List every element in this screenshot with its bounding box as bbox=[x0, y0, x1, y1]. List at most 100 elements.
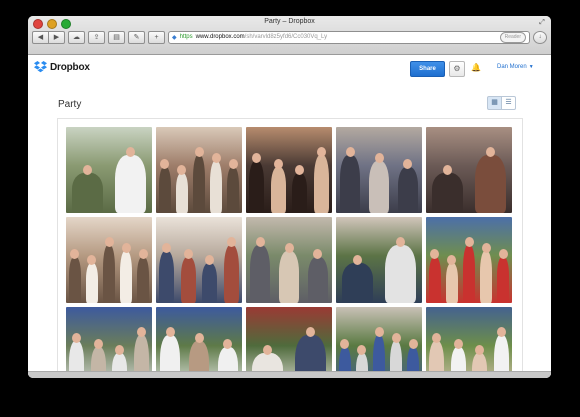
person-figure bbox=[497, 257, 510, 303]
person-head bbox=[165, 327, 175, 337]
person-figure bbox=[462, 245, 475, 303]
person-head bbox=[353, 255, 362, 265]
photo-thumbnail[interactable] bbox=[156, 307, 242, 378]
icloud-icon[interactable]: ☁ bbox=[68, 30, 85, 44]
person-figure bbox=[159, 251, 175, 303]
person-head bbox=[396, 237, 405, 247]
person-head bbox=[453, 339, 463, 349]
bookmarks-icon[interactable]: ▤ bbox=[108, 30, 125, 44]
person-figure bbox=[180, 257, 196, 303]
photo-thumbnail[interactable] bbox=[246, 217, 332, 303]
list-view-icon[interactable]: ☰ bbox=[502, 96, 516, 110]
title-bar: Party – Dropbox ⤢ ◀ ▶ ☁ ⇪ ▤ ✎ + ◆ https … bbox=[28, 16, 551, 55]
photo-grid bbox=[66, 127, 512, 378]
person-figure bbox=[72, 173, 103, 213]
reader-button[interactable]: Reader bbox=[499, 31, 526, 43]
user-menu[interactable]: Dan Moren ▼ bbox=[497, 64, 534, 70]
person-head bbox=[486, 147, 495, 157]
share-sheet-icon[interactable]: ⇪ bbox=[88, 30, 105, 44]
person-head bbox=[138, 249, 148, 259]
photo-gallery bbox=[57, 118, 523, 378]
person-head bbox=[126, 147, 135, 157]
person-head bbox=[83, 165, 92, 175]
photo-thumbnail[interactable] bbox=[66, 127, 152, 213]
person-head bbox=[194, 333, 204, 343]
person-figure bbox=[249, 161, 265, 213]
person-figure bbox=[210, 161, 223, 213]
window-title: Party – Dropbox bbox=[264, 18, 315, 25]
window-bottom-bar bbox=[28, 371, 551, 378]
person-figure bbox=[292, 173, 308, 213]
person-head bbox=[226, 237, 236, 247]
photo-thumbnail[interactable] bbox=[156, 217, 242, 303]
browser-toolbar: ◀ ▶ ☁ ⇪ ▤ ✎ + ◆ https www.dropbox.com/sh… bbox=[32, 30, 547, 44]
person-head bbox=[443, 165, 452, 175]
photo-thumbnail[interactable] bbox=[426, 217, 512, 303]
forward-icon[interactable]: ▶ bbox=[49, 30, 65, 44]
person-head bbox=[121, 243, 131, 253]
photo-thumbnail[interactable] bbox=[66, 307, 152, 378]
photo-thumbnail[interactable] bbox=[66, 217, 152, 303]
dropbox-box-icon bbox=[34, 61, 47, 73]
person-head bbox=[496, 327, 506, 337]
url-domain: www.dropbox.com bbox=[195, 34, 245, 40]
person-figure bbox=[480, 251, 493, 303]
person-figure bbox=[115, 155, 146, 213]
url-scheme: https bbox=[179, 34, 193, 40]
person-head bbox=[284, 243, 294, 253]
person-figure bbox=[342, 263, 373, 303]
photo-thumbnail[interactable] bbox=[336, 217, 422, 303]
person-head bbox=[374, 327, 384, 337]
main-content: Party ▦ ☰ bbox=[28, 81, 551, 378]
person-figure bbox=[223, 245, 239, 303]
person-figure bbox=[428, 257, 441, 303]
person-head bbox=[136, 327, 146, 337]
dropbox-header: Dropbox Share ⚙ 🔔 Dan Moren ▼ bbox=[28, 55, 551, 82]
person-figure bbox=[158, 167, 171, 213]
person-figure bbox=[102, 245, 115, 303]
person-head bbox=[374, 153, 384, 163]
gear-icon[interactable]: ⚙ bbox=[449, 61, 465, 77]
photo-thumbnail[interactable] bbox=[336, 127, 422, 213]
share-button[interactable]: Share bbox=[410, 61, 445, 77]
person-head bbox=[228, 159, 238, 169]
view-toggle: ▦ ☰ bbox=[487, 96, 516, 110]
photo-thumbnail[interactable] bbox=[426, 127, 512, 213]
photo-thumbnail[interactable] bbox=[246, 307, 332, 378]
person-head bbox=[408, 339, 418, 349]
person-head bbox=[464, 237, 474, 247]
photo-thumbnail[interactable] bbox=[336, 307, 422, 378]
photo-thumbnail[interactable] bbox=[426, 307, 512, 378]
person-figure bbox=[432, 173, 463, 213]
person-figure bbox=[445, 263, 458, 303]
person-figure bbox=[397, 167, 418, 213]
person-head bbox=[211, 153, 221, 163]
person-head bbox=[194, 147, 204, 157]
address-bar[interactable]: ◆ https www.dropbox.com/sh/varvld8z5yfd6… bbox=[168, 30, 530, 44]
person-figure bbox=[175, 173, 188, 213]
wrench-icon[interactable]: ✎ bbox=[128, 30, 145, 44]
person-figure bbox=[313, 155, 329, 213]
person-figure bbox=[270, 167, 286, 213]
url-path: /sh/varvld8z5yfd6/Cc030Vq_Ly bbox=[244, 34, 328, 40]
grid-view-icon[interactable]: ▦ bbox=[487, 96, 502, 110]
person-figure bbox=[68, 257, 81, 303]
person-head bbox=[263, 345, 272, 355]
fullscreen-icon[interactable]: ⤢ bbox=[538, 19, 546, 27]
person-figure bbox=[85, 263, 98, 303]
dropbox-logo[interactable]: Dropbox bbox=[34, 61, 90, 73]
person-head bbox=[273, 159, 283, 169]
downloads-icon[interactable]: ↓ bbox=[533, 30, 547, 44]
notification-bell-icon[interactable]: 🔔 bbox=[471, 63, 481, 72]
photo-thumbnail[interactable] bbox=[156, 127, 242, 213]
person-figure bbox=[192, 155, 205, 213]
page-title: Party bbox=[58, 99, 82, 110]
person-head bbox=[391, 333, 401, 343]
person-figure bbox=[137, 257, 150, 303]
person-figure bbox=[475, 155, 506, 213]
back-icon[interactable]: ◀ bbox=[32, 30, 49, 44]
photo-thumbnail[interactable] bbox=[246, 127, 332, 213]
add-bookmark-icon[interactable]: + bbox=[148, 30, 165, 44]
person-figure bbox=[278, 251, 300, 303]
person-head bbox=[93, 339, 103, 349]
